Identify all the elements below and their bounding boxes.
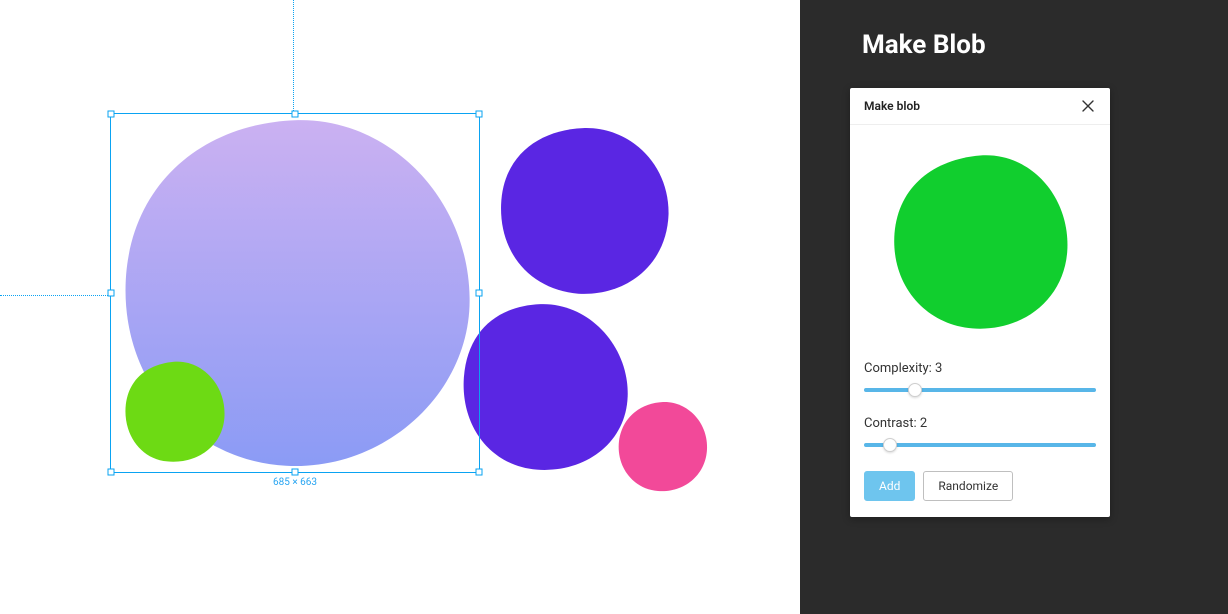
plugin-sidebar: Make Blob Make blob Complexity: 3 [800,0,1228,614]
horizontal-guide [0,295,110,296]
slider-track [864,388,1096,392]
blob-purple-bottom[interactable] [455,287,633,485]
complexity-slider-thumb[interactable] [908,383,922,397]
complexity-label: Complexity: 3 [864,361,1096,376]
preview-blob-icon [885,146,1075,336]
blob-preview [864,141,1096,341]
close-icon[interactable] [1080,98,1096,114]
panel-header: Make blob [850,88,1110,125]
vertical-guide [293,0,294,113]
selection-handle-w[interactable] [108,290,115,297]
selection-handle-nw[interactable] [108,111,115,118]
selection-dimensions-label: 685 × 663 [273,477,317,488]
make-blob-panel: Make blob Complexity: 3 [850,88,1110,517]
contrast-slider-thumb[interactable] [883,438,897,452]
canvas[interactable]: 685 × 663 [0,0,800,614]
complexity-slider[interactable] [864,382,1096,398]
contrast-slider[interactable] [864,437,1096,453]
contrast-label: Contrast: 2 [864,416,1096,431]
add-button[interactable]: Add [864,471,915,501]
selection-handle-ne[interactable] [476,111,483,118]
selection-handle-s[interactable] [292,469,299,476]
selection-handle-e[interactable] [476,290,483,297]
blob-pink[interactable] [612,396,712,496]
randomize-button[interactable]: Randomize [923,471,1013,501]
blob-purple-top[interactable] [485,119,681,301]
panel-title: Make blob [864,99,920,113]
selection-handle-n[interactable] [292,111,299,118]
selection-handle-sw[interactable] [108,469,115,476]
slider-track [864,443,1096,447]
selection-handle-se[interactable] [476,469,483,476]
selection-bounding-box[interactable]: 685 × 663 [110,113,480,473]
sidebar-title: Make Blob [862,30,1188,60]
